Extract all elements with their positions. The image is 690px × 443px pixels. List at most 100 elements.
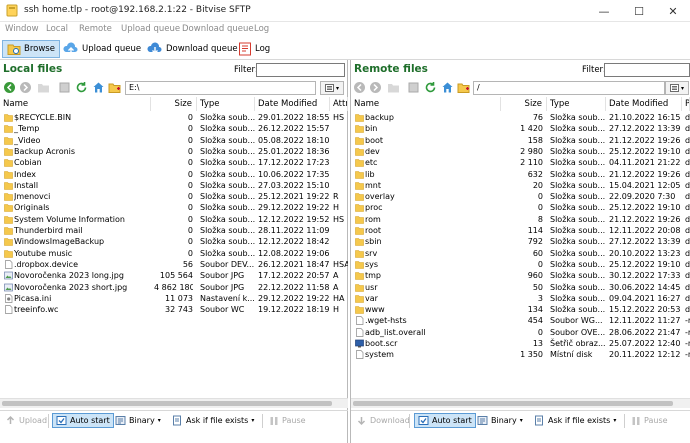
file-row[interactable]: boot 158 Složka soub...21.12.2022 19:26 dr <box>351 135 690 146</box>
file-row[interactable]: .dropbox.device 56 Soubor DEV... 26.12.2021… <box>0 259 348 270</box>
home-icon[interactable] <box>441 81 454 94</box>
close-button[interactable]: ✕ <box>656 0 690 22</box>
column-header-name[interactable]: Name <box>0 97 151 111</box>
new-folder-icon[interactable] <box>457 81 470 94</box>
column-header-type[interactable]: Type <box>547 97 606 111</box>
back-icon[interactable] <box>353 81 366 94</box>
stop-icon[interactable] <box>407 81 420 94</box>
remote-binary-dropdown[interactable]: Binary ▾ <box>474 413 526 428</box>
file-row[interactable]: root 114 Složka soub...12.11.2022 20:08 dr <box>351 225 690 236</box>
download-queue-button[interactable]: Download queue <box>143 40 242 58</box>
file-row[interactable]: var 3 Složka soub...09.04.2021 16:27 dr <box>351 293 690 304</box>
remote-horizontal-scrollbar[interactable] <box>351 398 690 408</box>
upload-button[interactable]: Upload <box>2 413 50 428</box>
local-path-field[interactable]: E:\ <box>125 81 316 95</box>
new-folder-icon[interactable] <box>108 81 121 94</box>
local-ask-if-exists-dropdown[interactable]: Ask if file exists ▾ <box>169 413 257 428</box>
local-view-mode-button[interactable]: ▾ <box>320 81 344 95</box>
remote-path-field[interactable]: / <box>473 81 665 95</box>
menu-download-queue[interactable]: Download queue <box>182 24 254 34</box>
file-row[interactable]: dev 2 980 Složka soub...25.12.2022 19:10 dr <box>351 146 690 157</box>
forward-icon[interactable] <box>19 81 32 94</box>
local-scroll-thumb[interactable] <box>2 401 332 406</box>
stop-icon[interactable] <box>58 81 71 94</box>
file-row[interactable]: sbin 792 Složka soub...27.12.2022 13:39 dr <box>351 236 690 247</box>
maximize-button[interactable]: ☐ <box>622 0 656 22</box>
forward-icon[interactable] <box>369 81 382 94</box>
file-row[interactable]: Cobian 0 Složka soub... 17.12.2022 17:23 <box>0 157 348 168</box>
local-auto-start-button[interactable]: Auto start <box>52 413 114 428</box>
remote-ask-if-exists-dropdown[interactable]: Ask if file exists ▾ <box>531 413 619 428</box>
download-button[interactable]: Download <box>353 413 413 428</box>
file-row[interactable]: lib 632 Složka soub...21.12.2022 19:26 dr <box>351 169 690 180</box>
column-header-date[interactable]: Date Modified <box>606 97 682 111</box>
file-row[interactable]: Picasa.ini 11 073 Nastavení k... 29.12.2022… <box>0 293 348 304</box>
file-row[interactable]: overlay 0 Složka soub...22.09.2020 7:30 dr <box>351 191 690 202</box>
menu-remote[interactable]: Remote <box>79 24 112 34</box>
column-header-attr[interactable]: Attri <box>330 97 348 111</box>
file-row[interactable]: srv 60 Složka soub...20.10.2022 13:23 dr <box>351 248 690 259</box>
browse-button[interactable]: Browse <box>2 40 60 58</box>
column-header-date[interactable]: Date Modified <box>255 97 330 111</box>
file-row[interactable]: Originals 0 Složka soub... 29.12.2022 19:22… <box>0 202 348 213</box>
file-row[interactable]: usr 50 Složka soub...30.06.2022 14:45 dr <box>351 282 690 293</box>
local-pause-button[interactable]: Pause <box>266 413 309 428</box>
parent-folder-icon[interactable] <box>387 81 400 94</box>
file-row[interactable]: sys 0 Složka soub...25.12.2022 19:10 dr <box>351 259 690 270</box>
file-row[interactable]: Index 0 Složka soub... 10.06.2022 17:35 <box>0 169 348 180</box>
file-row[interactable]: Novoročenka 2023 long.jpg 105 564 Soubor J… <box>0 270 348 281</box>
menu-window[interactable]: Window <box>5 24 39 34</box>
file-row[interactable]: Youtube music 0 Složka soub... 12.08.2022 1… <box>0 248 348 259</box>
log-button[interactable]: Log <box>234 40 274 58</box>
file-row[interactable]: _Temp 0 Složka soub... 26.12.2022 15:57 <box>0 123 348 134</box>
parent-folder-icon[interactable] <box>37 81 50 94</box>
local-horizontal-scrollbar[interactable] <box>0 398 348 408</box>
maximize-icon: ☐ <box>634 4 644 18</box>
file-row[interactable]: Backup Acronis 0 Složka soub... 25.01.2022 … <box>0 146 348 157</box>
file-row[interactable]: proc 0 Složka soub...25.12.2022 19:10 dr <box>351 202 690 213</box>
cell-name: Originals <box>14 203 50 213</box>
remote-scroll-thumb[interactable] <box>353 401 673 406</box>
column-header-perm[interactable]: P <box>682 97 690 111</box>
file-row[interactable]: www 134 Složka soub...15.12.2022 20:53 dr <box>351 304 690 315</box>
menu-upload-queue[interactable]: Upload queue <box>121 24 180 34</box>
file-row[interactable]: tmp 960 Složka soub...30.12.2022 17:33 dr <box>351 270 690 281</box>
back-icon[interactable] <box>3 81 16 94</box>
file-row[interactable]: Jmenovci 0 Složka soub... 25.12.2021 19:22 R <box>0 191 348 202</box>
remote-pause-button[interactable]: Pause <box>628 413 671 428</box>
refresh-icon[interactable] <box>75 81 88 94</box>
remote-view-mode-button[interactable]: ▾ <box>665 81 689 95</box>
file-row[interactable]: system 1 350 Místní disk 20.11.2022 12:12 -n <box>351 349 690 360</box>
file-row[interactable]: WindowsImageBackup 0 Složka soub... 12.12.2… <box>0 236 348 247</box>
menu-local[interactable]: Local <box>46 24 68 34</box>
file-row[interactable]: _Video 0 Složka soub... 05.08.2022 18:10 <box>0 135 348 146</box>
remote-filter-input[interactable] <box>604 63 690 77</box>
file-row[interactable]: etc 2 110 Složka soub...04.11.2021 21:22 dr <box>351 157 690 168</box>
file-row[interactable]: boot.scr 13 Šetřič obraz... 25.07.2022 12:4… <box>351 338 690 349</box>
column-header-size[interactable]: Size <box>151 97 197 111</box>
file-row[interactable]: Install 0 Složka soub... 27.03.2022 15:10 <box>0 180 348 191</box>
column-header-name[interactable]: Name <box>351 97 501 111</box>
file-row[interactable]: Thunderbird mail 0 Složka soub... 28.11.202… <box>0 225 348 236</box>
menu-log[interactable]: Log <box>254 24 269 34</box>
minimize-button[interactable]: — <box>587 0 621 22</box>
remote-auto-start-button[interactable]: Auto start <box>414 413 476 428</box>
file-row[interactable]: adb_list.overall 0 Soubor OVE... 28.06.2022… <box>351 327 690 338</box>
file-row[interactable]: Novoročenka 2023 short.jpg 4 862 180 Soubo… <box>0 282 348 293</box>
refresh-icon[interactable] <box>424 81 437 94</box>
local-binary-dropdown[interactable]: Binary ▾ <box>112 413 164 428</box>
column-header-size[interactable]: Size <box>501 97 547 111</box>
file-row[interactable]: rom 8 Složka soub...21.12.2022 19:26 dr <box>351 214 690 225</box>
cell-attr <box>333 146 348 157</box>
upload-queue-button[interactable]: Upload queue <box>59 40 145 58</box>
file-row[interactable]: .wget-hsts 454 Soubor WG... 12.11.2022 11:2… <box>351 315 690 326</box>
file-row[interactable]: treeinfo.wc 32 743 Soubor WC 19.12.2022 18:… <box>0 304 348 315</box>
file-row[interactable]: $RECYCLE.BIN 0 Složka soub... 29.01.2022 18… <box>0 112 348 123</box>
file-row[interactable]: backup 76 Složka soub...21.10.2022 16:15 dr <box>351 112 690 123</box>
column-header-type[interactable]: Type <box>197 97 255 111</box>
file-row[interactable]: System Volume Information 0 Složka soub...… <box>0 214 348 225</box>
home-icon[interactable] <box>92 81 105 94</box>
file-row[interactable]: bin 1 420 Složka soub...27.12.2022 13:39 dr <box>351 123 690 134</box>
file-row[interactable]: mnt 20 Složka soub...15.04.2021 12:05 dr <box>351 180 690 191</box>
local-filter-input[interactable] <box>256 63 345 77</box>
